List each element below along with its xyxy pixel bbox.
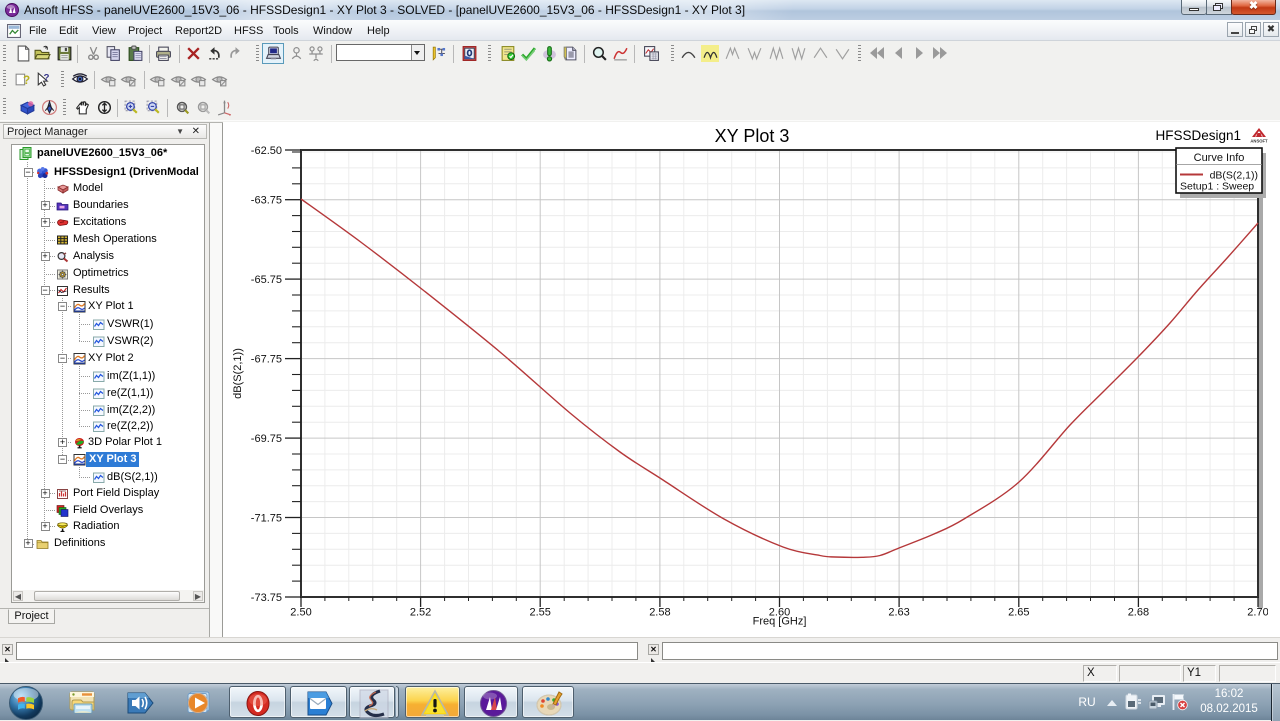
svg-text:Setup1 : Sweep: Setup1 : Sweep xyxy=(1180,181,1254,193)
svg-text:2.68: 2.68 xyxy=(1128,607,1149,619)
svg-text:HFSSDesign1: HFSSDesign1 xyxy=(1155,128,1241,143)
svg-text:2.52: 2.52 xyxy=(410,607,431,619)
svg-text:2.55: 2.55 xyxy=(529,607,550,619)
svg-text:Freq [GHz]: Freq [GHz] xyxy=(753,616,807,628)
svg-text:2.70: 2.70 xyxy=(1247,607,1268,619)
svg-text:-62.50: -62.50 xyxy=(251,145,282,157)
svg-text:dB(S(2,1)): dB(S(2,1)) xyxy=(232,348,244,399)
svg-text:2.58: 2.58 xyxy=(649,607,670,619)
svg-text:-63.75: -63.75 xyxy=(251,195,282,207)
svg-text:-71.75: -71.75 xyxy=(251,513,282,525)
svg-text:-73.75: -73.75 xyxy=(251,592,282,604)
svg-text:Curve Info: Curve Info xyxy=(1194,152,1245,164)
svg-text:ANSOFT: ANSOFT xyxy=(1250,139,1268,144)
svg-text:XY Plot 3: XY Plot 3 xyxy=(715,126,790,146)
svg-text:2.50: 2.50 xyxy=(290,607,311,619)
svg-text:2.65: 2.65 xyxy=(1008,607,1029,619)
svg-text:-65.75: -65.75 xyxy=(251,274,282,286)
svg-text:2.63: 2.63 xyxy=(888,607,909,619)
svg-text:-69.75: -69.75 xyxy=(251,433,282,445)
svg-text:-67.75: -67.75 xyxy=(251,354,282,366)
